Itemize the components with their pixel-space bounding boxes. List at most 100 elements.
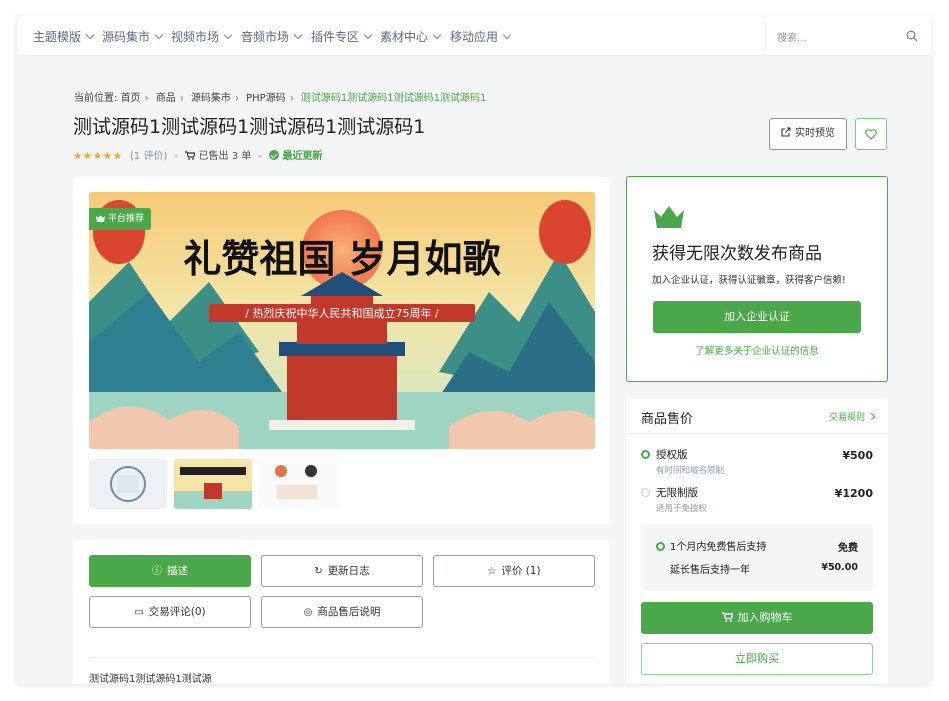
external-link-icon (781, 127, 791, 137)
buy-now-button[interactable]: 立即购买 (641, 643, 873, 675)
tab-label: 商品售后说明 (317, 606, 381, 618)
chevron-down-icon (293, 30, 303, 40)
tab-label: 评价 (1) (501, 565, 541, 577)
tab-label: 交易评论(0) (148, 606, 206, 618)
nav-item-plugins[interactable]: 插件专区 (311, 28, 373, 45)
chevron-down-icon (502, 30, 512, 40)
radio-selected-icon (656, 542, 665, 551)
radio-selected-icon (641, 450, 650, 459)
breadcrumb-php-source[interactable]: PHP源码 (246, 93, 286, 104)
cart-icon (185, 151, 196, 160)
rating-count[interactable]: (1 评价) (130, 151, 167, 162)
free-support-option[interactable]: 1个月内免费售后支持 (656, 538, 766, 553)
page-title: 测试源码1测试源码1测试源码1测试源码1 (73, 116, 426, 138)
top-nav: 主题模版 源码集市 视频市场 音频市场 插件专区 素材中心 移动应用 搜索... (17, 16, 931, 56)
platform-recommend-badge: 平台推荐 (89, 208, 152, 230)
browser-page: 主题模版 源码集市 视频市场 音频市场 插件专区 素材中心 移动应用 搜索...… (17, 16, 931, 684)
live-preview-button[interactable]: 实时预览 (769, 118, 847, 150)
breadcrumb-prefix: 当前位置: (74, 93, 118, 104)
after-sales-support: 1个月内免费售后支持 免费 延长售后支持一年 ¥50.00 (641, 524, 873, 590)
thumbnail-image (89, 459, 167, 509)
trade-rules-link[interactable]: 交易规则 (828, 410, 876, 423)
chevron-down-icon (432, 30, 442, 40)
product-banner-image[interactable]: 礼赞祖国 岁月如歌 / 热烈庆祝中华人民共和国成立75周年 / 平台推荐 (89, 192, 595, 449)
tab-label: 更新日志 (327, 565, 370, 577)
meta-separator: - (174, 151, 179, 162)
chat-icon: ▭ (134, 607, 144, 618)
nav-label: 移动应用 (450, 30, 499, 44)
breadcrumb-current[interactable]: 测试源码1测试源码1测试源码1测试源码1 (301, 93, 486, 104)
chevron-down-icon (154, 30, 164, 40)
nav-item-video-market[interactable]: 视频市场 (171, 28, 233, 45)
detail-tabs: ⓘ 描述 ↻ 更新日志 ☆ 评价 (1) ▭ 交易评论(0) ◎ 商品售后说明 测试源码1… (73, 540, 610, 684)
nav-item-source-market[interactable]: 源码集市 (102, 28, 164, 45)
nav-item-materials[interactable]: 素材中心 (380, 28, 442, 45)
tab-description[interactable]: ⓘ 描述 (89, 555, 251, 587)
description-text: 测试源码1测试源码1测试源 (89, 674, 212, 684)
learn-more-link[interactable]: 了解更多关于企业认证的信息 (627, 343, 887, 357)
product-gallery: 礼赞祖国 岁月如歌 / 热烈庆祝中华人民共和国成立75周年 / 平台推荐 (73, 177, 610, 524)
breadcrumb-separator: › (289, 93, 294, 104)
chevron-down-icon (223, 30, 233, 40)
promo-title: 获得无限次数发布商品 (652, 244, 822, 264)
nav-item-mobile-apps[interactable]: 移动应用 (450, 28, 512, 45)
breadcrumb-separator: › (144, 93, 149, 104)
breadcrumb-separator: › (179, 93, 184, 104)
free-support-label: 1个月内免费售后支持 (670, 542, 767, 553)
tab-trade-comments[interactable]: ▭ 交易评论(0) (89, 596, 251, 628)
banner-subtitle: / 热烈庆祝中华人民共和国成立75周年 / (245, 306, 439, 320)
divider (626, 433, 888, 434)
nav-label: 插件专区 (311, 30, 360, 44)
breadcrumb-goods[interactable]: 商品 (156, 93, 176, 104)
join-enterprise-button[interactable]: 加入企业认证 (653, 301, 861, 333)
thumbnail-image (174, 459, 252, 509)
divider (89, 657, 595, 658)
add-to-cart-button[interactable]: 加入购物车 (641, 602, 873, 634)
tab-after-sales[interactable]: ◎ 商品售后说明 (261, 596, 423, 628)
nav-label: 音频市场 (241, 30, 290, 44)
option-price: ¥1200 (834, 487, 873, 500)
option-note: 适用于免授权 (656, 504, 708, 514)
sold-count: 已售出 3 单 (198, 151, 252, 162)
tab-reviews[interactable]: ☆ 评价 (1) (433, 555, 595, 587)
add-to-cart-label: 加入购物车 (737, 611, 793, 624)
nav-item-themes[interactable]: 主题模版 (33, 28, 95, 45)
tab-changelog[interactable]: ↻ 更新日志 (261, 555, 423, 587)
nav-label: 视频市场 (171, 30, 220, 44)
tab-label: 描述 (167, 565, 188, 577)
option-name: 授权版 (656, 449, 688, 461)
pricing-header: 商品售价 (641, 412, 694, 427)
product-meta: ★★★★★ (1 评价) - 已售出 3 单 - 最近更新 (73, 147, 322, 162)
search-input[interactable]: 搜索... (765, 21, 925, 51)
thumbnail-image (259, 459, 337, 509)
free-support-value: 免费 (838, 543, 858, 554)
option-price: ¥500 (842, 449, 873, 462)
chevron-down-icon (363, 30, 373, 40)
rating-stars: ★★★★★ (73, 151, 123, 162)
breadcrumb-source-market[interactable]: 源码集市 (191, 93, 231, 104)
breadcrumb: 当前位置: 首页 › 商品 › 源码集市 › PHP源码 › 测试源码1测试源码1测试源… (74, 89, 486, 104)
recommend-label: 平台推荐 (108, 214, 145, 224)
favorite-button[interactable] (855, 118, 887, 150)
nav-label: 源码集市 (102, 30, 151, 44)
banner-title: 礼赞祖国 岁月如歌 (183, 236, 501, 281)
meta-separator: - (258, 151, 263, 162)
enterprise-promo-card: 获得无限次数发布商品 加入企业认证，获得认证徽章，获得客户信赖! 加入企业认证 … (626, 176, 888, 382)
search-placeholder: 搜索... (777, 33, 807, 44)
live-preview-label: 实时预览 (795, 128, 835, 139)
help-circle-icon: ⓘ (152, 566, 162, 577)
radio-icon (641, 488, 650, 497)
nav-label: 主题模版 (33, 30, 82, 44)
promo-description: 加入企业认证，获得认证徽章，获得客户信赖! (652, 275, 846, 286)
extend-support-option[interactable]: 延长售后支持一年 (670, 561, 750, 576)
trade-rules-label: 交易规则 (828, 413, 865, 423)
thumbnail-1[interactable] (89, 459, 167, 509)
check-circle-icon (269, 150, 280, 160)
thumbnail-2[interactable] (174, 459, 252, 509)
nav-item-audio-market[interactable]: 音频市场 (241, 28, 303, 45)
chevron-down-icon (85, 30, 95, 40)
option-note: 有时间和域名限制 (656, 466, 725, 476)
search-icon[interactable] (906, 30, 918, 42)
breadcrumb-home[interactable]: 首页 (121, 93, 141, 104)
thumbnail-3[interactable] (259, 459, 337, 509)
